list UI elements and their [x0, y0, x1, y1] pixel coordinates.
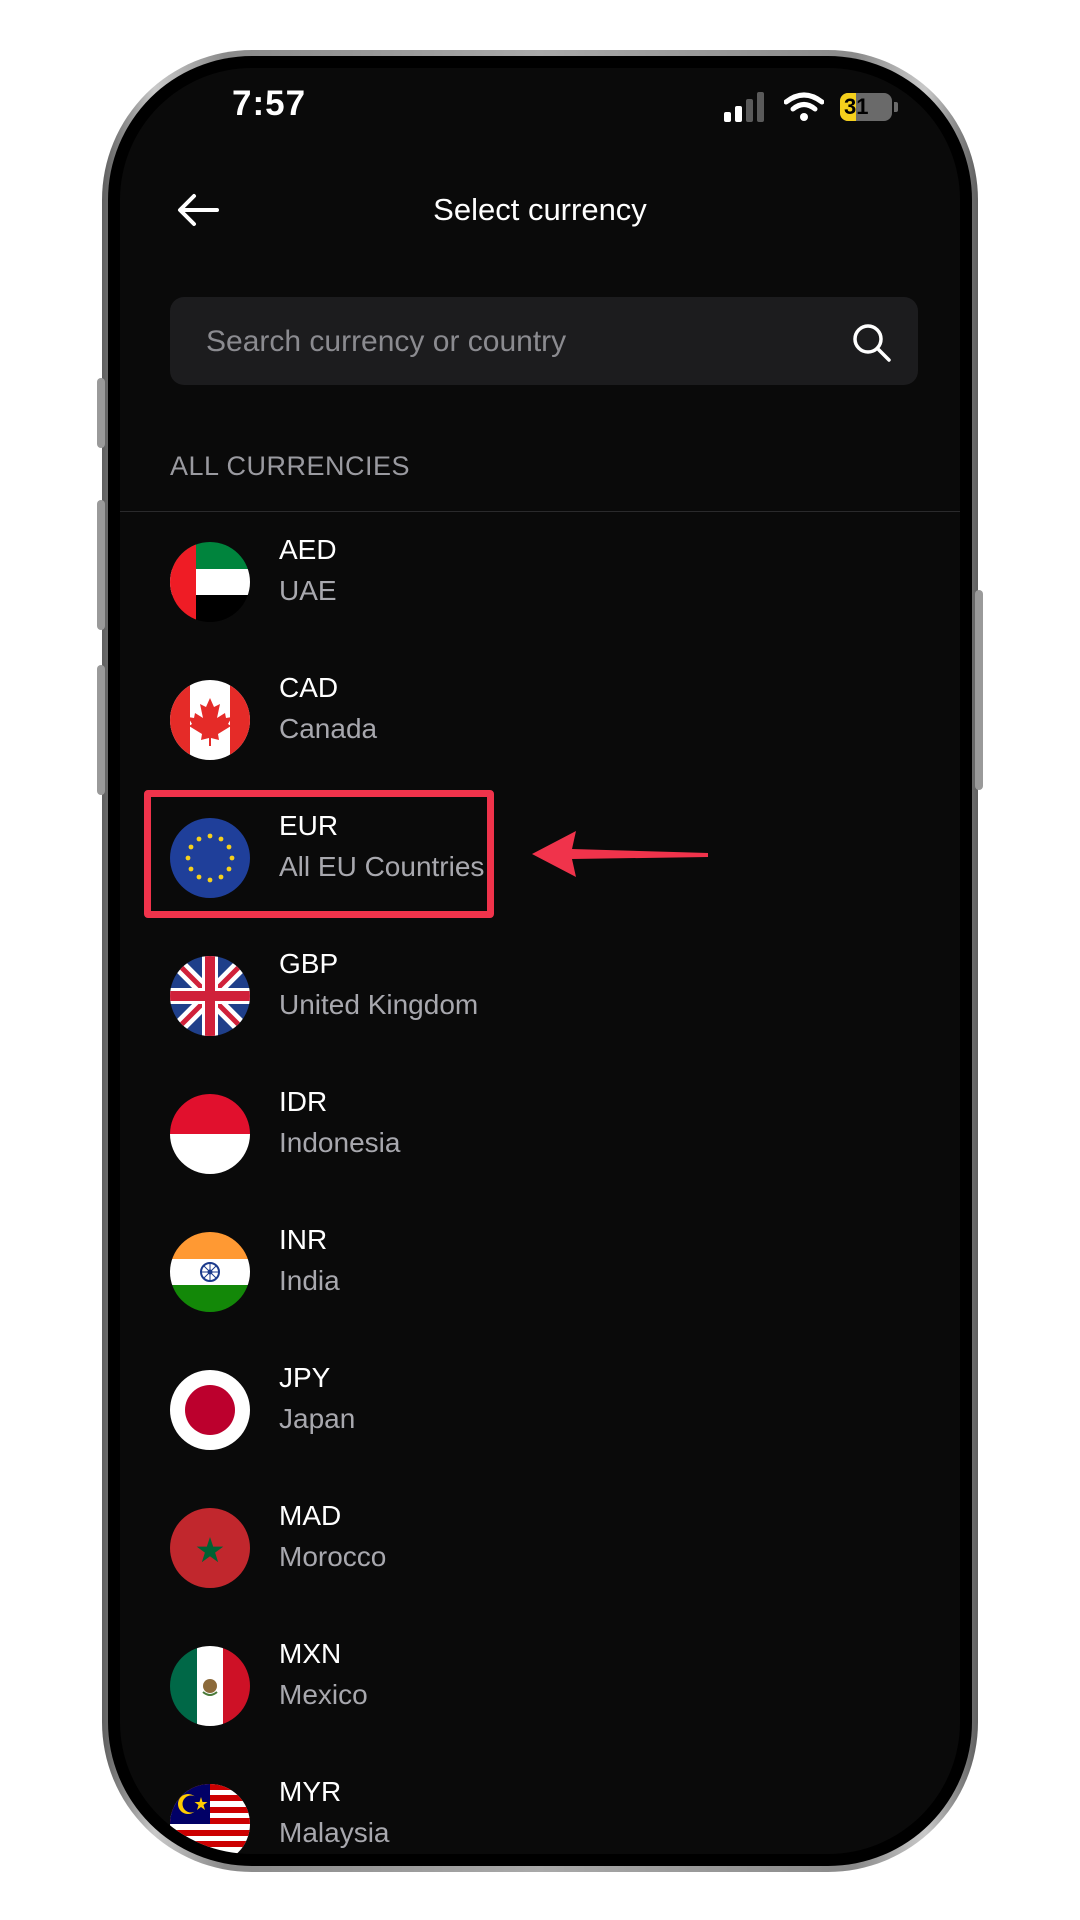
currency-row-eur[interactable]: EUR All EU Countries [120, 788, 960, 926]
currency-country: Morocco [279, 1541, 387, 1572]
status-icons: 31 [724, 90, 898, 124]
currency-row-idr[interactable]: IDR Indonesia [120, 1064, 960, 1202]
battery-icon: 31 [840, 93, 892, 121]
flag-malaysia-icon [170, 1784, 250, 1854]
currency-country: Canada [279, 713, 378, 744]
currency-code: MAD [279, 1500, 342, 1531]
currency-row-myr[interactable]: MYR Malaysia [120, 1754, 960, 1854]
battery-level: 31 [844, 94, 869, 119]
page-title: Select currency [433, 192, 647, 227]
battery-cap [894, 102, 898, 112]
currency-row-mad[interactable]: MAD Morocco [120, 1478, 960, 1616]
flag-india-icon [170, 1232, 250, 1312]
currency-row-mxn[interactable]: MXN Mexico [120, 1616, 960, 1754]
search-input[interactable] [204, 297, 808, 387]
currency-row-inr[interactable]: INR India [120, 1202, 960, 1340]
currency-country: India [279, 1265, 340, 1296]
pointer-arrow-icon [532, 831, 708, 877]
currency-row-cad[interactable]: CAD Canada [120, 650, 960, 788]
flag-uk-icon [170, 956, 250, 1036]
search-icon[interactable] [850, 321, 892, 363]
flag-indonesia-icon [170, 1094, 250, 1174]
highlight-box [144, 790, 494, 918]
wifi-icon [784, 92, 824, 121]
flag-uae-icon [170, 542, 250, 622]
currency-country: Mexico [279, 1679, 368, 1710]
currency-code: MYR [279, 1776, 342, 1807]
currency-code: GBP [279, 948, 339, 979]
currency-code: MXN [279, 1638, 342, 1669]
currency-row-gbp[interactable]: GBP United Kingdom [120, 926, 960, 1064]
flag-morocco-icon [170, 1508, 250, 1588]
currency-row-aed[interactable]: AED UAE [120, 512, 960, 650]
currency-country: United Kingdom [279, 989, 479, 1020]
phone-side-button-power [975, 590, 983, 790]
currency-code: INR [279, 1224, 328, 1255]
currency-code: IDR [279, 1086, 328, 1117]
flag-mexico-icon [170, 1646, 250, 1726]
currency-code: JPY [279, 1362, 331, 1393]
flag-canada-icon [170, 680, 250, 760]
phone-side-button-volume-down [97, 665, 105, 795]
currency-country: Indonesia [279, 1127, 401, 1158]
phone-side-button-volume-up [97, 500, 105, 630]
cellular-signal-icon [724, 92, 764, 122]
currency-code: CAD [279, 672, 339, 703]
currency-code: AED [279, 534, 337, 565]
currency-country: UAE [279, 575, 337, 606]
app-screen: 7:57 31 Select currency AL [120, 68, 960, 1854]
phone-side-button-mute [97, 378, 105, 448]
status-time: 7:57 [232, 84, 307, 123]
search-box[interactable] [170, 297, 918, 387]
currency-row-jpy[interactable]: JPY Japan [120, 1340, 960, 1478]
currency-country: Japan [279, 1403, 356, 1434]
section-header: ALL CURRENCIES [170, 451, 411, 481]
currency-country: Malaysia [279, 1817, 390, 1848]
flag-japan-icon [170, 1370, 250, 1450]
